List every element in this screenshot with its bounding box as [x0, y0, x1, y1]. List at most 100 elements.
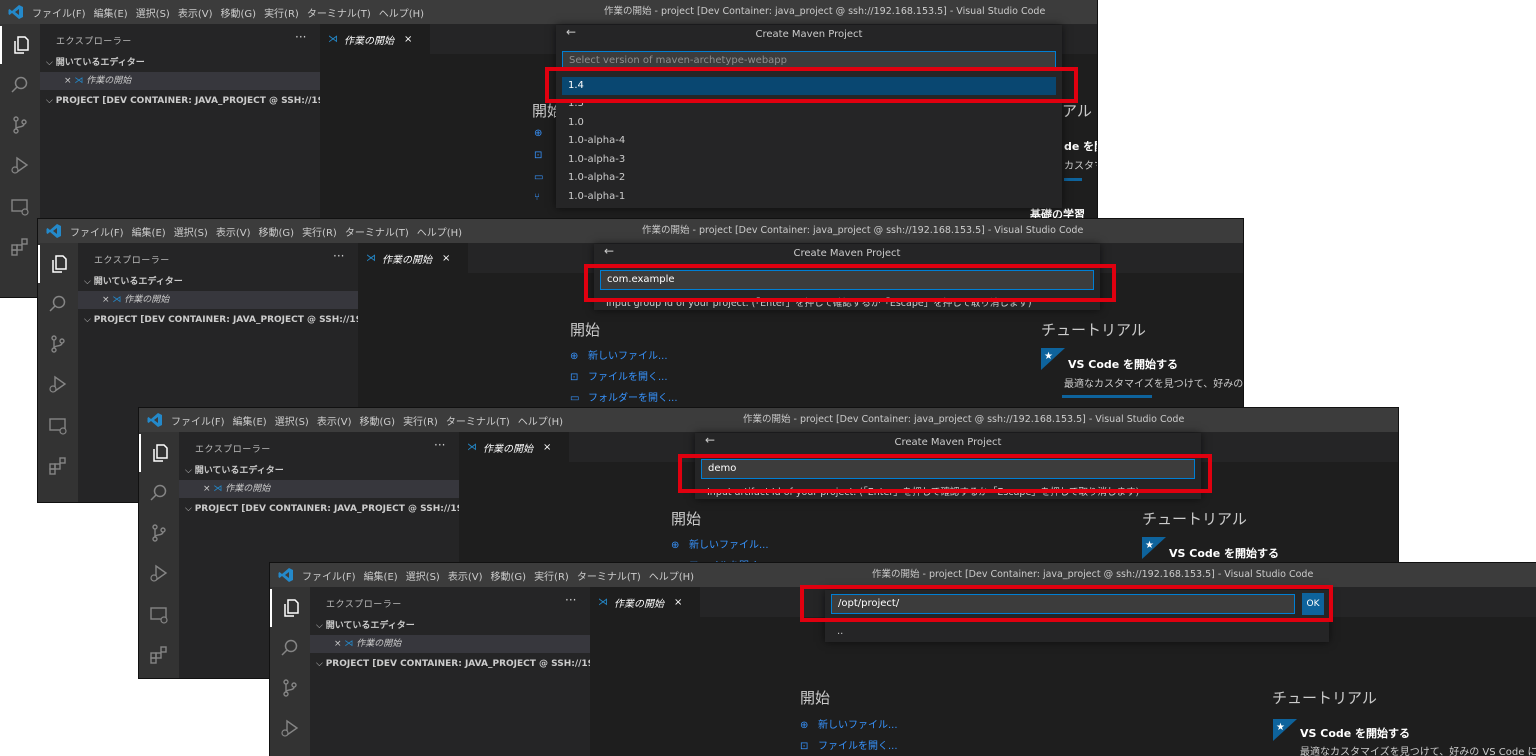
menu-selection[interactable]: 選択(S) — [174, 224, 208, 239]
menu-file[interactable]: ファイル(F) — [32, 5, 86, 20]
menu-view[interactable]: 表示(V) — [178, 5, 213, 20]
run-debug-icon[interactable] — [270, 709, 310, 747]
menu-run[interactable]: 実行(R) — [264, 5, 299, 20]
open-editors-section[interactable]: ⌵ 開いているエディター — [310, 617, 590, 635]
back-icon[interactable]: ← — [566, 25, 576, 39]
tab-welcome[interactable]: ⋊ 作業の開始 × — [590, 587, 700, 617]
tab-close-icon[interactable]: × — [442, 253, 450, 264]
project-section[interactable]: ⌵ PROJECT [DEV CONTAINER: JAVA_PROJECT @… — [78, 311, 388, 329]
link-icon[interactable]: ⊡ — [534, 150, 542, 161]
explorer-icon[interactable] — [0, 26, 40, 64]
menu-file[interactable]: ファイル(F) — [70, 224, 124, 239]
tab-welcome[interactable]: ⋊ 作業の開始 × — [320, 24, 430, 54]
extensions-icon[interactable] — [38, 447, 78, 485]
link-icon[interactable]: ▭ — [534, 172, 543, 183]
new-file-link[interactable]: ⊕ 新しいファイル... — [800, 716, 898, 731]
explorer-icon[interactable] — [270, 589, 310, 627]
source-control-icon[interactable] — [270, 669, 310, 707]
tab-close-icon[interactable]: × — [404, 34, 412, 45]
search-icon[interactable] — [270, 629, 310, 667]
tab-close-icon[interactable]: × — [674, 597, 682, 608]
extensions-icon[interactable] — [139, 636, 179, 674]
menu-view[interactable]: 表示(V) — [448, 568, 483, 583]
version-option[interactable]: 1.0 — [562, 114, 1056, 132]
menu-terminal[interactable]: ターミナル(T) — [345, 224, 409, 239]
open-editor-item[interactable]: × ⋊ 作業の開始 — [179, 480, 459, 498]
menu-help[interactable]: ヘルプ(H) — [379, 5, 424, 20]
menu-go[interactable]: 移動(G) — [360, 413, 396, 428]
project-section[interactable]: ⌵ PROJECT [DEV CONTAINER: JAVA_PROJECT @… — [40, 92, 350, 110]
more-actions-icon[interactable]: ··· — [295, 30, 306, 44]
open-file-link[interactable]: ⊡ ファイルを開く... — [570, 368, 668, 383]
run-debug-icon[interactable] — [139, 554, 179, 592]
remote-explorer-icon[interactable] — [139, 596, 179, 634]
menu-terminal[interactable]: ターミナル(T) — [307, 5, 371, 20]
menu-terminal[interactable]: ターミナル(T) — [577, 568, 641, 583]
open-editor-item[interactable]: × ⋊ 作業の開始 — [40, 72, 320, 90]
open-folder-link[interactable]: ▭ フォルダーを開く... — [570, 389, 678, 404]
menu-edit[interactable]: 編集(E) — [132, 224, 166, 239]
source-control-icon[interactable] — [139, 514, 179, 552]
version-option[interactable]: 1.0-alpha-2 — [562, 169, 1056, 187]
version-option[interactable]: 1.0-alpha-3 — [562, 151, 1056, 169]
menu-go[interactable]: 移動(G) — [221, 5, 257, 20]
new-file-link[interactable]: ⊕ 新しいファイル... — [671, 536, 769, 551]
menu-view[interactable]: 表示(V) — [317, 413, 352, 428]
open-file-link[interactable]: ⊡ ファイルを開く... — [800, 737, 898, 752]
search-icon[interactable] — [139, 474, 179, 512]
menu-edit[interactable]: 編集(E) — [233, 413, 267, 428]
run-debug-icon[interactable] — [38, 365, 78, 403]
link-icon[interactable]: ⑂ — [534, 192, 540, 203]
open-editors-section[interactable]: ⌵ 開いているエディター — [78, 273, 358, 291]
source-control-icon[interactable] — [0, 106, 40, 144]
remote-explorer-icon[interactable] — [0, 188, 40, 226]
menu-selection[interactable]: 選択(S) — [406, 568, 440, 583]
parent-directory-item[interactable]: .. — [831, 623, 1323, 641]
project-section[interactable]: ⌵ PROJECT [DEV CONTAINER: JAVA_PROJECT @… — [310, 655, 620, 673]
more-actions-icon[interactable]: ··· — [333, 249, 344, 263]
search-icon[interactable] — [38, 285, 78, 323]
card-title[interactable]: VS Code を開始する — [1169, 545, 1279, 561]
menu-selection[interactable]: 選択(S) — [136, 5, 170, 20]
menu-file[interactable]: ファイル(F) — [302, 568, 356, 583]
open-editors-section[interactable]: ⌵ 開いているエディター — [179, 462, 459, 480]
menu-run[interactable]: 実行(R) — [403, 413, 438, 428]
menu-edit[interactable]: 編集(E) — [364, 568, 398, 583]
open-editor-item[interactable]: × ⋊ 作業の開始 — [310, 635, 590, 653]
menu-help[interactable]: ヘルプ(H) — [649, 568, 694, 583]
open-editor-item[interactable]: × ⋊ 作業の開始 — [78, 291, 358, 309]
card-title[interactable]: VS Code を開始する — [1300, 725, 1410, 741]
version-option[interactable]: 1.0-alpha-4 — [562, 132, 1056, 150]
card-title[interactable]: VS Code を開始する — [1068, 356, 1178, 372]
project-section[interactable]: ⌵ PROJECT [DEV CONTAINER: JAVA_PROJECT @… — [179, 500, 489, 518]
version-option[interactable]: 1.0-alpha-1 — [562, 188, 1056, 206]
back-icon[interactable]: ← — [705, 433, 715, 447]
tab-welcome[interactable]: ⋊ 作業の開始 × — [358, 243, 468, 273]
search-icon[interactable] — [0, 66, 40, 104]
tab-welcome[interactable]: ⋊ 作業の開始 × — [459, 432, 569, 462]
menu-go[interactable]: 移動(G) — [259, 224, 295, 239]
card-title[interactable]: de を開 — [1064, 138, 1097, 154]
open-editors-section[interactable]: ⌵ 開いているエディター — [40, 54, 320, 72]
more-actions-icon[interactable]: ··· — [565, 593, 576, 607]
link-icon[interactable]: ⊕ — [534, 128, 542, 139]
extensions-icon[interactable] — [0, 228, 40, 266]
menu-run[interactable]: 実行(R) — [302, 224, 337, 239]
menu-file[interactable]: ファイル(F) — [171, 413, 225, 428]
menu-go[interactable]: 移動(G) — [491, 568, 527, 583]
menu-edit[interactable]: 編集(E) — [94, 5, 128, 20]
new-file-link[interactable]: ⊕ 新しいファイル... — [570, 347, 668, 362]
more-actions-icon[interactable]: ··· — [434, 438, 445, 452]
run-debug-icon[interactable] — [0, 146, 40, 184]
menu-help[interactable]: ヘルプ(H) — [518, 413, 563, 428]
explorer-icon[interactable] — [38, 245, 78, 283]
menu-terminal[interactable]: ターミナル(T) — [446, 413, 510, 428]
remote-explorer-icon[interactable] — [38, 407, 78, 445]
menu-help[interactable]: ヘルプ(H) — [417, 224, 462, 239]
tab-close-icon[interactable]: × — [543, 442, 551, 453]
explorer-icon[interactable] — [139, 434, 179, 472]
menu-run[interactable]: 実行(R) — [534, 568, 569, 583]
back-icon[interactable]: ← — [604, 244, 614, 258]
menu-view[interactable]: 表示(V) — [216, 224, 251, 239]
menu-selection[interactable]: 選択(S) — [275, 413, 309, 428]
